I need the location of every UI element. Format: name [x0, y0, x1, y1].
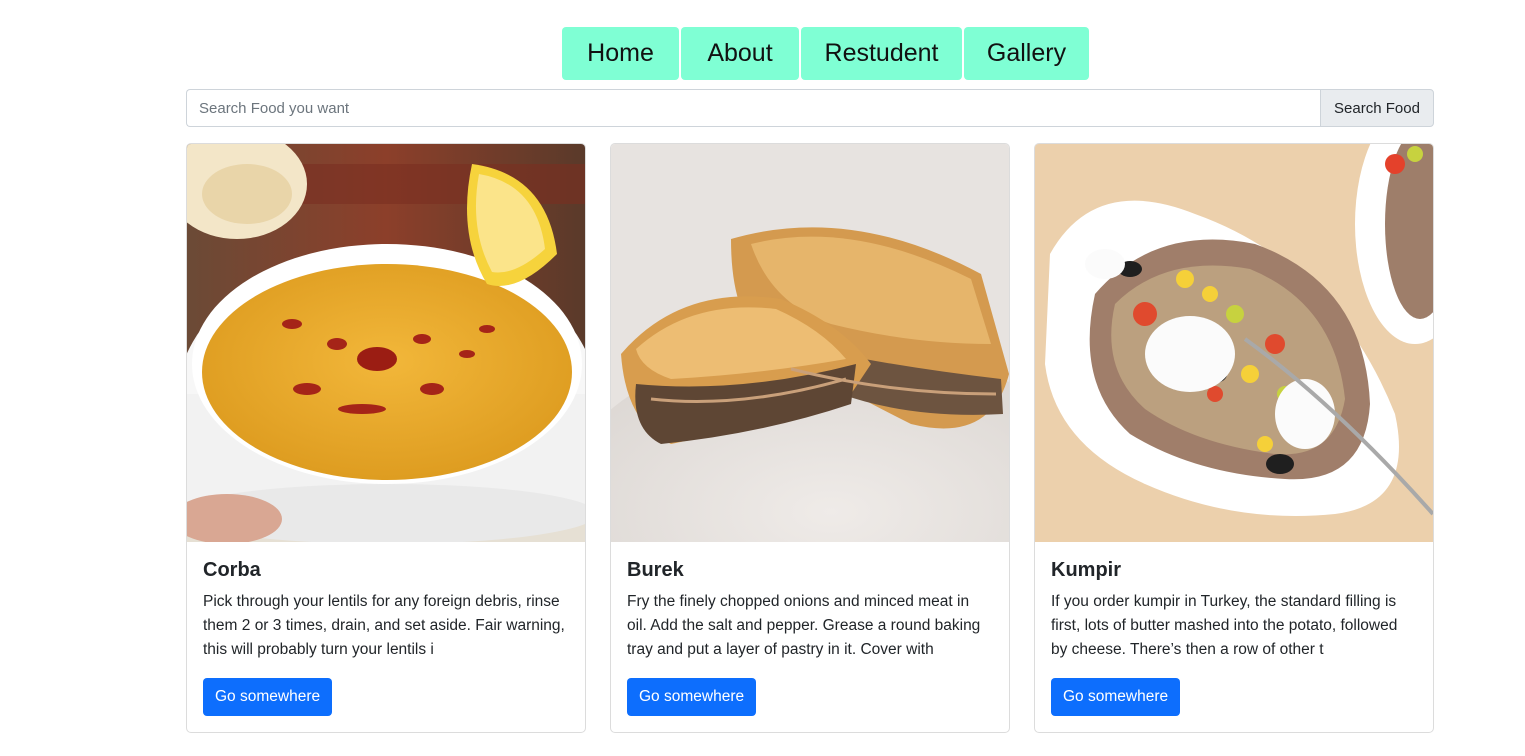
top-nav: Home About Restudent Gallery [562, 27, 1089, 80]
search-bar: Search Food [186, 89, 1434, 127]
nav-about[interactable]: About [681, 27, 799, 80]
card-body: Burek Fry the finely chopped onions and … [611, 542, 1009, 716]
card-title: Corba [203, 559, 261, 581]
card-body: Corba Pick through your lentils for any … [187, 542, 585, 716]
food-card-corba: Corba Pick through your lentils for any … [186, 143, 586, 733]
lentil-soup-image [187, 144, 585, 542]
go-somewhere-button[interactable]: Go somewhere [203, 678, 333, 716]
go-somewhere-button[interactable]: Go somewhere [627, 678, 757, 716]
nav-restudent[interactable]: Restudent [801, 27, 962, 80]
card-text: Fry the finely chopped onions and minced… [627, 593, 981, 658]
card-text: If you order kumpir in Turkey, the stand… [1051, 593, 1398, 658]
burek-image [611, 144, 1009, 542]
go-somewhere-button[interactable]: Go somewhere [1051, 678, 1181, 716]
food-card-burek: Burek Fry the finely chopped onions and … [610, 143, 1010, 733]
search-input[interactable] [186, 89, 1320, 127]
food-card-kumpir: Kumpir If you order kumpir in Turkey, th… [1034, 143, 1434, 733]
nav-home[interactable]: Home [562, 27, 679, 80]
search-food-button[interactable]: Search Food [1320, 89, 1434, 127]
kumpir-image [1035, 144, 1433, 542]
card-title: Kumpir [1051, 559, 1121, 581]
card-title: Burek [627, 559, 684, 581]
card-body: Kumpir If you order kumpir in Turkey, th… [1035, 542, 1433, 716]
nav-gallery[interactable]: Gallery [964, 27, 1089, 80]
card-text: Pick through your lentils for any foreig… [203, 593, 565, 658]
